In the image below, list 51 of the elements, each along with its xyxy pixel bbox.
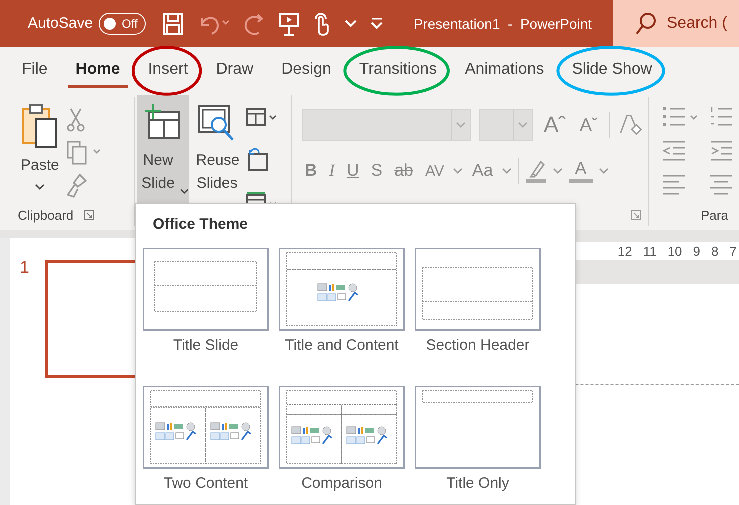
layout-option[interactable]: Title Only — [415, 386, 541, 492]
customize-icon[interactable] — [370, 18, 384, 30]
chevron-down-icon[interactable] — [553, 167, 564, 175]
autosave-toggle[interactable]: Off — [99, 12, 146, 34]
align-center-icon[interactable] — [709, 173, 733, 197]
scissors-icon[interactable] — [66, 106, 86, 132]
ribbon-tab[interactable]: Animations — [457, 54, 552, 88]
autosave-label: AutoSave — [28, 15, 94, 32]
dialog-launcher-icon[interactable] — [631, 210, 642, 220]
ruler-number: 12 — [618, 244, 632, 258]
layout-option[interactable]: Title Slide — [143, 248, 269, 354]
chevron-down-icon — [456, 121, 466, 129]
chevron-down-icon — [518, 121, 528, 129]
ruler-number: 10 — [668, 244, 682, 258]
font-name-field[interactable] — [302, 109, 471, 141]
ruler-number: 7 — [730, 244, 737, 258]
layout-option[interactable]: Two Content — [143, 386, 269, 492]
clear-formatting-icon[interactable] — [618, 112, 642, 138]
ribbon-tab[interactable]: File — [14, 54, 56, 88]
ruler-number: 8 — [712, 244, 719, 258]
numbering-icon[interactable] — [709, 105, 733, 129]
chevron-down-icon — [35, 183, 46, 191]
layout-option[interactable]: Title and Content — [279, 248, 405, 354]
slide-number: 1 — [20, 258, 30, 278]
ribbon-tab[interactable]: Draw — [208, 54, 262, 88]
window-title: Presentation1 - PowerPoint — [414, 16, 592, 32]
dialog-launcher-icon[interactable] — [84, 210, 95, 220]
ribbon-tab[interactable]: Design — [274, 54, 340, 88]
search-field[interactable]: Search ( — [667, 14, 737, 32]
layout-option[interactable]: Section Header — [415, 248, 541, 354]
clipboard-icon — [21, 103, 60, 149]
paste-button[interactable]: Paste — [18, 101, 62, 204]
highlighter-icon[interactable] — [525, 158, 548, 184]
group-label: Para — [701, 208, 728, 222]
format-painter-icon[interactable] — [66, 172, 88, 198]
ribbon-tab[interactable]: Home — [68, 54, 128, 88]
ruler-number: 9 — [693, 244, 701, 258]
group-label: Clipboard — [18, 208, 74, 222]
search-icon — [635, 12, 657, 36]
ruler-number: 11 — [643, 244, 657, 258]
presenter-icon[interactable] — [278, 10, 300, 36]
save-icon[interactable] — [162, 12, 184, 36]
layout-option[interactable]: Comparison — [279, 386, 405, 492]
chevron-down-icon — [180, 188, 190, 195]
increase-indent-icon[interactable] — [709, 139, 733, 163]
chevron-down-icon[interactable] — [598, 167, 609, 175]
layout-icon[interactable] — [245, 106, 280, 128]
chevron-down-icon[interactable] — [453, 167, 464, 175]
chevron-down-icon[interactable] — [502, 167, 512, 175]
font-size-field[interactable] — [479, 109, 533, 141]
copy-icon[interactable] — [66, 140, 102, 166]
